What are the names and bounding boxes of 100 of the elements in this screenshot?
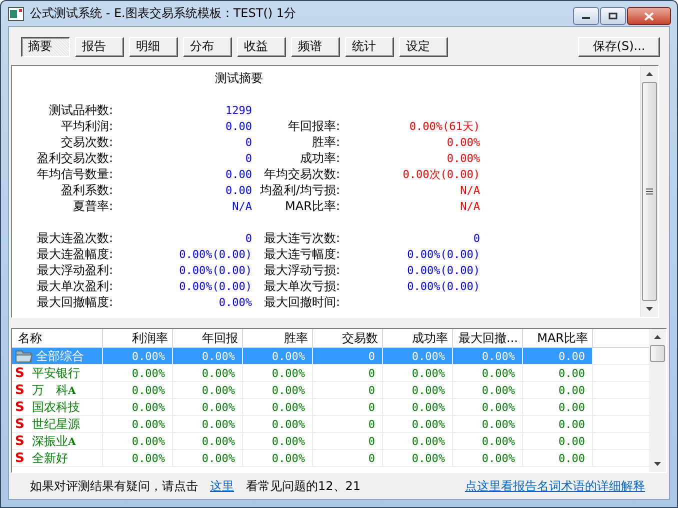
table-cell: 0.00% (103, 365, 173, 381)
stat-label: 最大回撤幅度: (36, 294, 113, 310)
table-cell: 0.00% (453, 348, 523, 364)
column-header[interactable]: 胜率 (243, 329, 313, 347)
stat-value: 0.00%(0.00) (406, 264, 480, 276)
table-cell: 0.00% (453, 416, 523, 432)
stat-label: 最大连盈次数: (36, 230, 113, 246)
stat-label: 最大连盈幅度: (36, 246, 113, 262)
stat-label: 最大单次亏损: (262, 278, 340, 294)
stock-marker: S (15, 382, 26, 398)
stat-value: 0 (244, 136, 252, 148)
scrollbar[interactable] (649, 329, 666, 472)
scrollbar[interactable] (640, 66, 658, 317)
stat-label: 测试品种数: (48, 102, 113, 118)
table-row[interactable]: S 国农科技 0.00% 0.00% 0.00% 0 0.00% 0.00% 0.00 (12, 399, 649, 416)
table-cell: 0.00% (173, 399, 243, 415)
scroll-up-icon[interactable] (654, 335, 661, 339)
close-icon (644, 12, 654, 20)
scroll-down-icon[interactable] (654, 462, 661, 466)
tab[interactable]: 报告 (75, 36, 124, 56)
table-cell: 0.00% (103, 382, 173, 398)
table-cell: 0.00% (383, 348, 453, 364)
window-title: 公式测试系统 - E.图表交易系统模板：TEST() 1分 (30, 5, 296, 22)
stat-label: 最大单次盈利: (36, 278, 113, 294)
table-row[interactable]: S 万 科A 0.00% 0.00% 0.00% 0 0.00% 0.00% 0.00 (12, 382, 649, 399)
table-cell: 0 (313, 382, 383, 398)
scroll-down-icon[interactable] (646, 307, 653, 311)
close-button[interactable] (627, 7, 671, 25)
stat-label: 成功率: (298, 150, 340, 166)
column-header[interactable]: 最大回撤... (453, 329, 523, 347)
table-row[interactable]: S 全新好 0.00% 0.00% 0.00% 0 0.00% 0.00% 0.00 (12, 450, 649, 467)
table-cell: 0.00 (523, 416, 593, 432)
table-cell: 0.00% (103, 416, 173, 432)
scroll-thumb[interactable] (650, 345, 665, 362)
tab[interactable]: 收益 (237, 36, 286, 56)
scroll-up-icon[interactable] (646, 72, 653, 76)
app-icon (8, 6, 24, 20)
column-header[interactable]: 交易数 (313, 329, 383, 347)
table-row[interactable]: S 深振业A 0.00% 0.00% 0.00% 0 0.00% 0.00% 0.00 (12, 433, 649, 450)
stat-label: 最大连亏次数: (262, 230, 340, 246)
table-cell: 0.00% (173, 365, 243, 381)
maximize-icon (608, 12, 618, 20)
column-header[interactable]: 成功率 (383, 329, 453, 347)
help-link[interactable]: 点这里看报告名词术语的详细解释 (465, 478, 645, 494)
tab[interactable]: 明细 (129, 36, 178, 56)
table-cell: 0.00% (173, 382, 243, 398)
scroll-thumb[interactable] (642, 82, 657, 301)
table-cell: 0.00 (523, 382, 593, 398)
summary-title: 测试摘要 (214, 70, 264, 87)
table-cell: 0.00% (103, 450, 173, 466)
table-cell: 0.00% (383, 450, 453, 466)
table-cell: 深振业A (32, 432, 76, 450)
table-cell: 0.00% (103, 348, 173, 364)
stat-value: 0.00 (224, 184, 252, 196)
stock-marker: S (15, 434, 26, 448)
maximize-button[interactable] (600, 7, 626, 25)
table-cell: 0.00% (243, 365, 313, 381)
table-cell: 0.00% (453, 433, 523, 449)
table-cell: 0.00% (173, 450, 243, 466)
table-cell: 0 (313, 416, 383, 432)
table-cell: 国农科技 (32, 398, 80, 416)
stat-label: 盈利交易次数: (36, 150, 113, 166)
column-header[interactable]: 利润率 (103, 329, 173, 347)
status-text: 如果对评测结果有疑问，请点击 (30, 478, 198, 494)
column-header[interactable]: 年回报 (173, 329, 243, 347)
here-link[interactable]: 这里 (210, 478, 234, 494)
stat-value: 0.00%(0.00) (178, 264, 252, 276)
table-row[interactable]: S 平安银行 0.00% 0.00% 0.00% 0 0.00% 0.00% 0.00 (12, 365, 649, 382)
stat-value: 0.00%(61天) (408, 118, 480, 134)
table-cell: 0.00% (243, 433, 313, 449)
minimize-button[interactable] (573, 7, 599, 25)
tab[interactable]: 统计 (345, 36, 394, 56)
stat-value: 0.00次(0.00) (402, 166, 480, 182)
stat-value: 0 (244, 232, 252, 244)
table-cell: 0.00 (523, 433, 593, 449)
tab[interactable]: 分布 (183, 36, 232, 56)
stat-label: 夏普率: (72, 198, 113, 214)
stat-value: 0.00%(0.00) (406, 248, 480, 260)
save-button[interactable]: 保存(S)... (578, 36, 660, 56)
stat-label: 最大浮动亏损: (262, 262, 340, 278)
table-cell: 0.00% (383, 433, 453, 449)
table-cell: 0.00% (383, 416, 453, 432)
tab[interactable]: 频谱 (291, 36, 340, 56)
tab[interactable]: 设定 (399, 36, 448, 56)
column-header[interactable]: MAR比率 (523, 329, 593, 347)
table-cell: 世纪星源 (32, 416, 80, 432)
stat-value: 0.00%(0.00) (406, 280, 480, 292)
tab[interactable]: 摘要 (21, 36, 70, 56)
table-cell: 0.00% (243, 450, 313, 466)
table-row[interactable]: S 世纪星源 0.00% 0.00% 0.00% 0 0.00% 0.00% 0.00 (12, 416, 649, 433)
stat-value: 0.00 (224, 120, 252, 132)
stat-value: 0.00% (446, 136, 480, 148)
stat-value: 0.00%(0.00) (178, 280, 252, 292)
column-header[interactable]: 名称 (12, 329, 103, 347)
folder-icon (15, 349, 33, 363)
status-text: 看常见问题的12、21 (246, 478, 361, 494)
stat-value: 0.00 (224, 168, 252, 180)
grip-icon (646, 188, 653, 195)
stat-value: N/A (459, 200, 480, 212)
stat-value: N/A (459, 184, 480, 196)
